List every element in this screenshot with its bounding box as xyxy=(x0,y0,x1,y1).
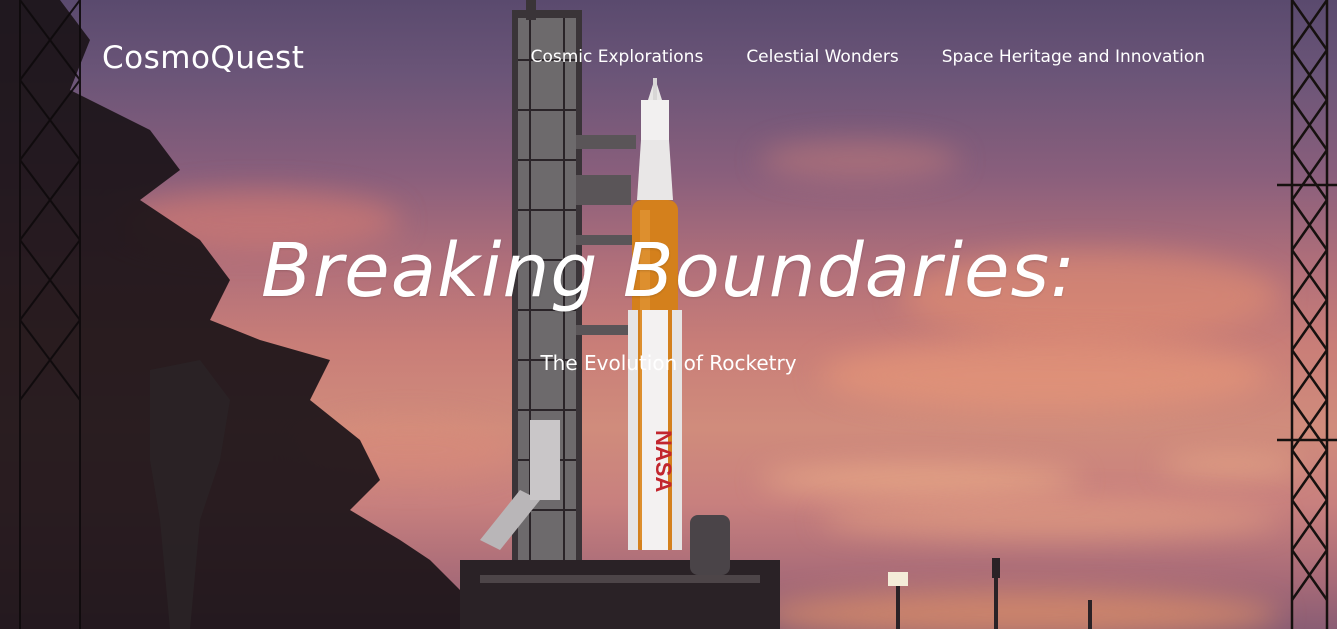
top-navbar: CosmoQuest Cosmic Explorations Celestial… xyxy=(0,0,1337,120)
hero-subtitle: The Evolution of Rocketry xyxy=(540,351,797,375)
floodlights xyxy=(888,558,1092,629)
nav-link-cosmic-explorations[interactable]: Cosmic Explorations xyxy=(531,47,704,67)
hero-section: NASA CosmoQuest Cosmic Explorations Cele… xyxy=(0,0,1337,629)
nav-link-celestial-wonders[interactable]: Celestial Wonders xyxy=(746,47,898,67)
cloud-decoration xyxy=(760,140,960,180)
hero-title: Breaking Boundaries: xyxy=(260,228,1077,314)
nav-link-space-heritage[interactable]: Space Heritage and Innovation xyxy=(942,47,1205,67)
brand-logo-link[interactable]: CosmoQuest xyxy=(102,40,304,76)
cloud-decoration xyxy=(820,500,1280,540)
cloud-decoration xyxy=(760,465,1080,495)
main-navigation: Cosmic Explorations Celestial Wonders Sp… xyxy=(531,47,1205,67)
